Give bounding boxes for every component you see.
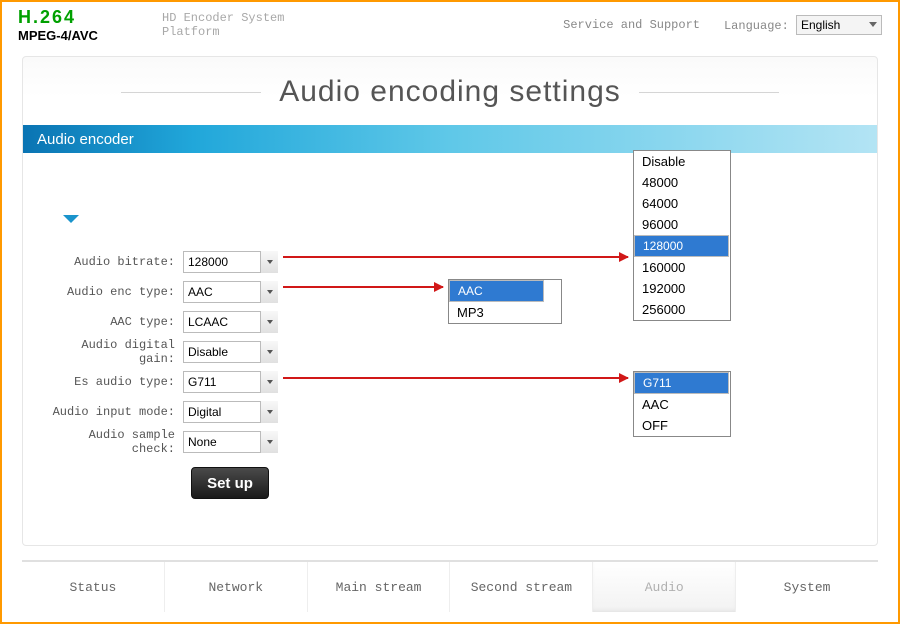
logo-codec: H.264: [18, 7, 138, 28]
option-bitrate-disable[interactable]: Disable: [634, 151, 730, 172]
label-audio-bitrate: Audio bitrate:: [43, 255, 183, 269]
annotation-arrow-es-type: [283, 377, 628, 379]
logo: H.264 MPEG-4/AVC: [18, 7, 138, 43]
annotation-arrow-enc-type: [283, 286, 443, 288]
tab-second-stream[interactable]: Second stream: [450, 562, 593, 612]
tab-audio[interactable]: Audio: [593, 562, 736, 612]
option-bitrate-96000[interactable]: 96000: [634, 214, 730, 235]
select-es-audio-type[interactable]: [183, 371, 278, 393]
select-audio-input-mode[interactable]: [183, 401, 278, 423]
title-rule-right: [639, 92, 779, 93]
header: H.264 MPEG-4/AVC HD Encoder System Platf…: [2, 2, 898, 48]
select-audio-digital-gain[interactable]: [183, 341, 278, 363]
section-header-caret-icon: [63, 215, 79, 223]
section-header: Audio encoder: [23, 125, 877, 153]
tab-main-stream[interactable]: Main stream: [308, 562, 451, 612]
label-es-audio-type: Es audio type:: [43, 375, 183, 389]
option-enc-aac[interactable]: AAC: [449, 280, 544, 302]
language-label: Language:: [724, 19, 789, 33]
option-bitrate-160000[interactable]: 160000: [634, 257, 730, 278]
tab-status[interactable]: Status: [22, 562, 165, 612]
dropdown-bitrate-options[interactable]: Disable 48000 64000 96000 128000 160000 …: [633, 150, 731, 321]
page-title: Audio encoding settings: [279, 75, 621, 109]
audio-encoder-form: Audio bitrate: Audio enc type: AAC type:…: [43, 247, 278, 499]
setup-button[interactable]: Set up: [191, 467, 269, 499]
product-name: HD Encoder System Platform: [162, 11, 284, 40]
select-audio-bitrate[interactable]: [183, 251, 278, 273]
select-audio-sample-check[interactable]: [183, 431, 278, 453]
option-es-aac[interactable]: AAC: [634, 394, 730, 415]
label-audio-input-mode: Audio input mode:: [43, 405, 183, 419]
service-support-link[interactable]: Service and Support: [563, 18, 700, 32]
select-aac-type[interactable]: [183, 311, 278, 333]
option-bitrate-256000[interactable]: 256000: [634, 299, 730, 320]
language-select[interactable]: English: [796, 15, 882, 35]
select-audio-enc-type[interactable]: [183, 281, 278, 303]
annotation-arrow-bitrate: [283, 256, 628, 258]
tab-system[interactable]: System: [736, 562, 878, 612]
dropdown-es-type-options[interactable]: G711 AAC OFF: [633, 371, 731, 437]
option-es-g711[interactable]: G711: [634, 372, 729, 394]
label-audio-digital-gain: Audio digital gain:: [43, 338, 183, 366]
label-aac-type: AAC type:: [43, 315, 183, 329]
content-panel: Audio encoding settings Audio encoder Au…: [22, 56, 878, 546]
logo-standard: MPEG-4/AVC: [18, 28, 138, 43]
option-bitrate-192000[interactable]: 192000: [634, 278, 730, 299]
title-rule-left: [121, 92, 261, 93]
bottom-tabs: Status Network Main stream Second stream…: [22, 560, 878, 612]
option-enc-mp3[interactable]: MP3: [449, 302, 561, 323]
option-bitrate-48000[interactable]: 48000: [634, 172, 730, 193]
option-bitrate-128000[interactable]: 128000: [634, 235, 729, 257]
dropdown-enc-type-options[interactable]: AAC MP3: [448, 279, 562, 324]
option-es-off[interactable]: OFF: [634, 415, 730, 436]
tab-network[interactable]: Network: [165, 562, 308, 612]
label-audio-sample-check: Audio sample check:: [43, 428, 183, 456]
option-bitrate-64000[interactable]: 64000: [634, 193, 730, 214]
label-audio-enc-type: Audio enc type:: [43, 285, 183, 299]
